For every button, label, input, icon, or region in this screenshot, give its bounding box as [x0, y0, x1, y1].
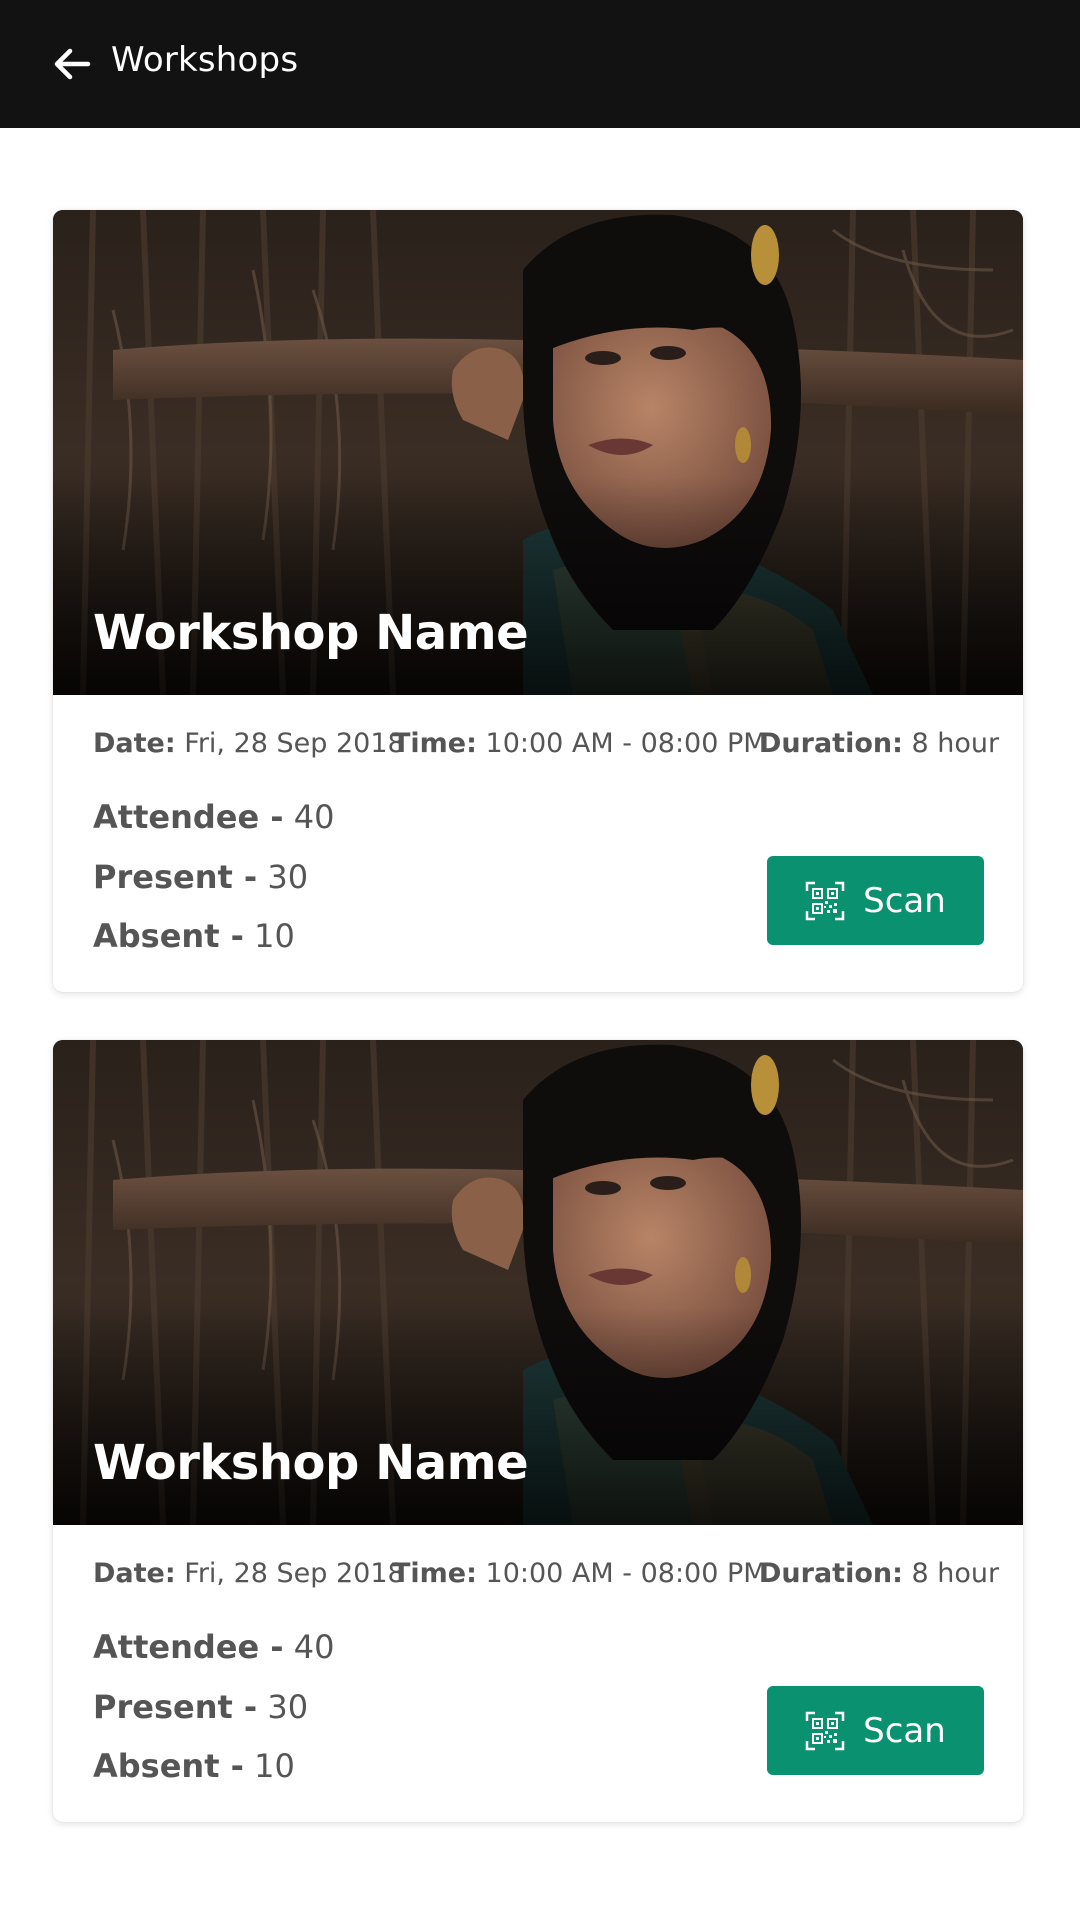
- attendee-label: Attendee -: [93, 798, 284, 836]
- workshop-duration: Duration: 8 hour: [759, 1558, 999, 1589]
- absent-label: Absent -: [93, 1747, 244, 1785]
- workshop-time: Time: 10:00 AM - 08:00 PM: [392, 728, 767, 759]
- date-value: Fri, 28 Sep 2018: [184, 1558, 405, 1589]
- scan-button-label: Scan: [863, 1710, 946, 1751]
- duration-label: Duration:: [759, 728, 903, 759]
- time-value: 10:00 AM - 08:00 PM: [485, 1558, 767, 1589]
- workshop-date: Date: Fri, 28 Sep 2018: [93, 1558, 405, 1589]
- time-value: 10:00 AM - 08:00 PM: [485, 728, 767, 759]
- time-label: Time:: [392, 728, 477, 759]
- workshop-date: Date: Fri, 28 Sep 2018: [93, 728, 405, 759]
- absent-label: Absent -: [93, 917, 244, 955]
- duration-value: 8 hour: [911, 728, 1000, 759]
- attendee-count: Attendee - 40: [93, 1628, 334, 1666]
- absent-value: 10: [254, 917, 295, 955]
- workshop-card[interactable]: Workshop Name Date: Fri, 28 Sep 2018 Tim…: [53, 210, 1023, 992]
- workshop-name: Workshop Name: [93, 1435, 529, 1491]
- present-label: Present -: [93, 1688, 258, 1726]
- present-count: Present - 30: [93, 858, 308, 896]
- scan-button[interactable]: Scan: [767, 856, 984, 945]
- qr-scan-icon: [805, 881, 845, 920]
- date-value: Fri, 28 Sep 2018: [184, 728, 405, 759]
- absent-value: 10: [254, 1747, 295, 1785]
- scan-button-label: Scan: [863, 880, 946, 921]
- absent-count: Absent - 10: [93, 917, 295, 955]
- scan-button[interactable]: Scan: [767, 1686, 984, 1775]
- workshop-meta: Date: Fri, 28 Sep 2018 Time: 10:00 AM - …: [93, 1558, 999, 1598]
- present-value: 30: [267, 1688, 309, 1726]
- workshop-duration: Duration: 8 hour: [759, 728, 999, 759]
- duration-value: 8 hour: [911, 1558, 1000, 1589]
- back-button[interactable]: [48, 42, 96, 86]
- workshop-image: Workshop Name: [53, 1040, 1023, 1525]
- qr-scan-icon: [805, 1711, 845, 1750]
- page-title: Workshops: [111, 40, 299, 80]
- workshop-card[interactable]: Workshop Name Date: Fri, 28 Sep 2018 Tim…: [53, 1040, 1023, 1822]
- arrow-left-icon: [54, 48, 91, 80]
- workshop-name: Workshop Name: [93, 605, 529, 661]
- workshop-time: Time: 10:00 AM - 08:00 PM: [392, 1558, 767, 1589]
- duration-label: Duration:: [759, 1558, 903, 1589]
- attendee-count: Attendee - 40: [93, 798, 334, 836]
- workshop-meta: Date: Fri, 28 Sep 2018 Time: 10:00 AM - …: [93, 728, 999, 768]
- attendee-value: 40: [293, 798, 335, 836]
- absent-count: Absent - 10: [93, 1747, 295, 1785]
- present-count: Present - 30: [93, 1688, 308, 1726]
- workshop-image: Workshop Name: [53, 210, 1023, 695]
- attendee-value: 40: [293, 1628, 335, 1666]
- date-label: Date:: [93, 728, 176, 759]
- app-bar: Workshops: [0, 0, 1080, 128]
- present-value: 30: [267, 858, 309, 896]
- date-label: Date:: [93, 1558, 176, 1589]
- time-label: Time:: [392, 1558, 477, 1589]
- present-label: Present -: [93, 858, 258, 896]
- attendee-label: Attendee -: [93, 1628, 284, 1666]
